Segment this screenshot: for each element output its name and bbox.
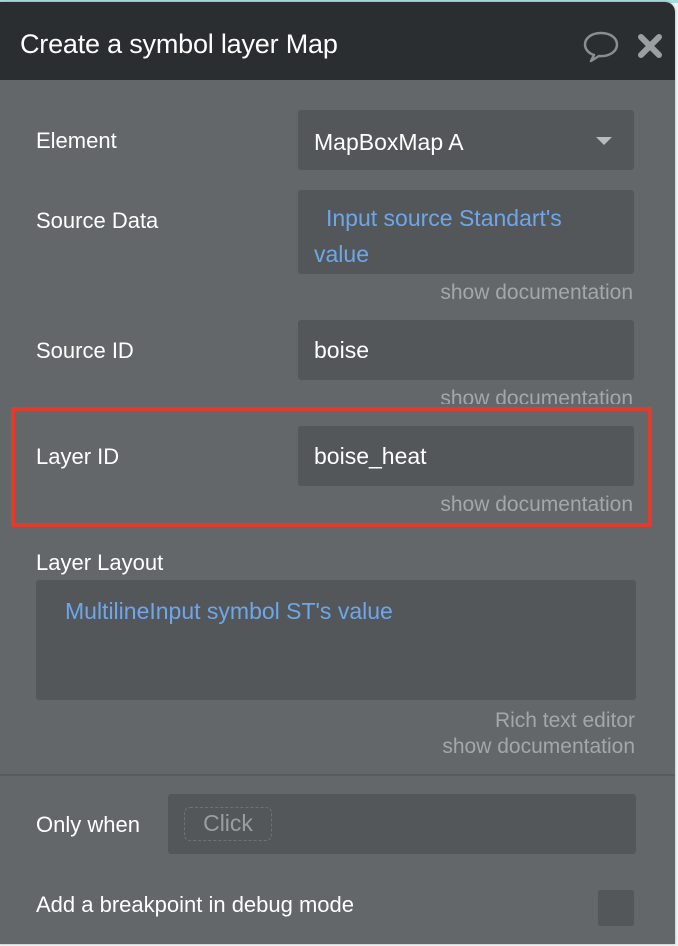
source-id-value: boise — [314, 337, 369, 363]
layer-id-value: boise_heat — [314, 443, 427, 469]
source-data-value-line2: value — [314, 241, 369, 267]
source-data-input[interactable]: Input source Standart's value — [298, 190, 634, 274]
element-label: Element — [36, 128, 117, 153]
layer-layout-input[interactable]: MultilineInput symbol ST's value — [36, 580, 636, 700]
layer-id-label: Layer ID — [36, 444, 120, 469]
only-when-click-placeholder[interactable]: Click — [184, 807, 272, 841]
breakpoint-label: Add a breakpoint in debug mode — [36, 892, 355, 917]
editor-title: Create a symbol layer Map — [20, 29, 338, 59]
source-data-show-documentation-link[interactable]: show documentation — [440, 280, 633, 306]
layer-id-input[interactable]: boise_heat — [298, 426, 634, 486]
layer-id-show-documentation-link[interactable]: show documentation — [440, 492, 633, 518]
speech-bubble-icon[interactable] — [582, 30, 620, 64]
source-data-label: Source Data — [36, 208, 159, 233]
source-id-input[interactable]: boise — [298, 320, 634, 380]
layer-layout-show-documentation-link[interactable]: show documentation — [442, 734, 635, 760]
element-dropdown[interactable]: MapBoxMap A — [298, 110, 634, 170]
only-when-label: Only when — [36, 812, 140, 837]
element-dropdown-value: MapBoxMap A — [314, 129, 464, 155]
rich-text-editor-link[interactable]: Rich text editor — [495, 708, 635, 734]
close-x-icon[interactable] — [637, 33, 663, 59]
action-property-editor: Create a symbol layer Map Element MapBox… — [0, 2, 675, 944]
layer-layout-value: MultilineInput symbol ST's value — [65, 598, 393, 624]
only-when-condition-input[interactable]: Click — [168, 794, 636, 854]
breakpoint-checkbox[interactable] — [598, 890, 634, 926]
source-id-show-documentation-link[interactable]: show documentation — [440, 386, 633, 404]
source-data-value-line1: Input source Standart's — [326, 205, 562, 231]
editor-header: Create a symbol layer Map — [0, 2, 675, 80]
chevron-down-icon — [596, 137, 612, 145]
section-divider — [0, 774, 675, 776]
layer-layout-label: Layer Layout — [36, 550, 164, 575]
source-id-label: Source ID — [36, 338, 134, 363]
